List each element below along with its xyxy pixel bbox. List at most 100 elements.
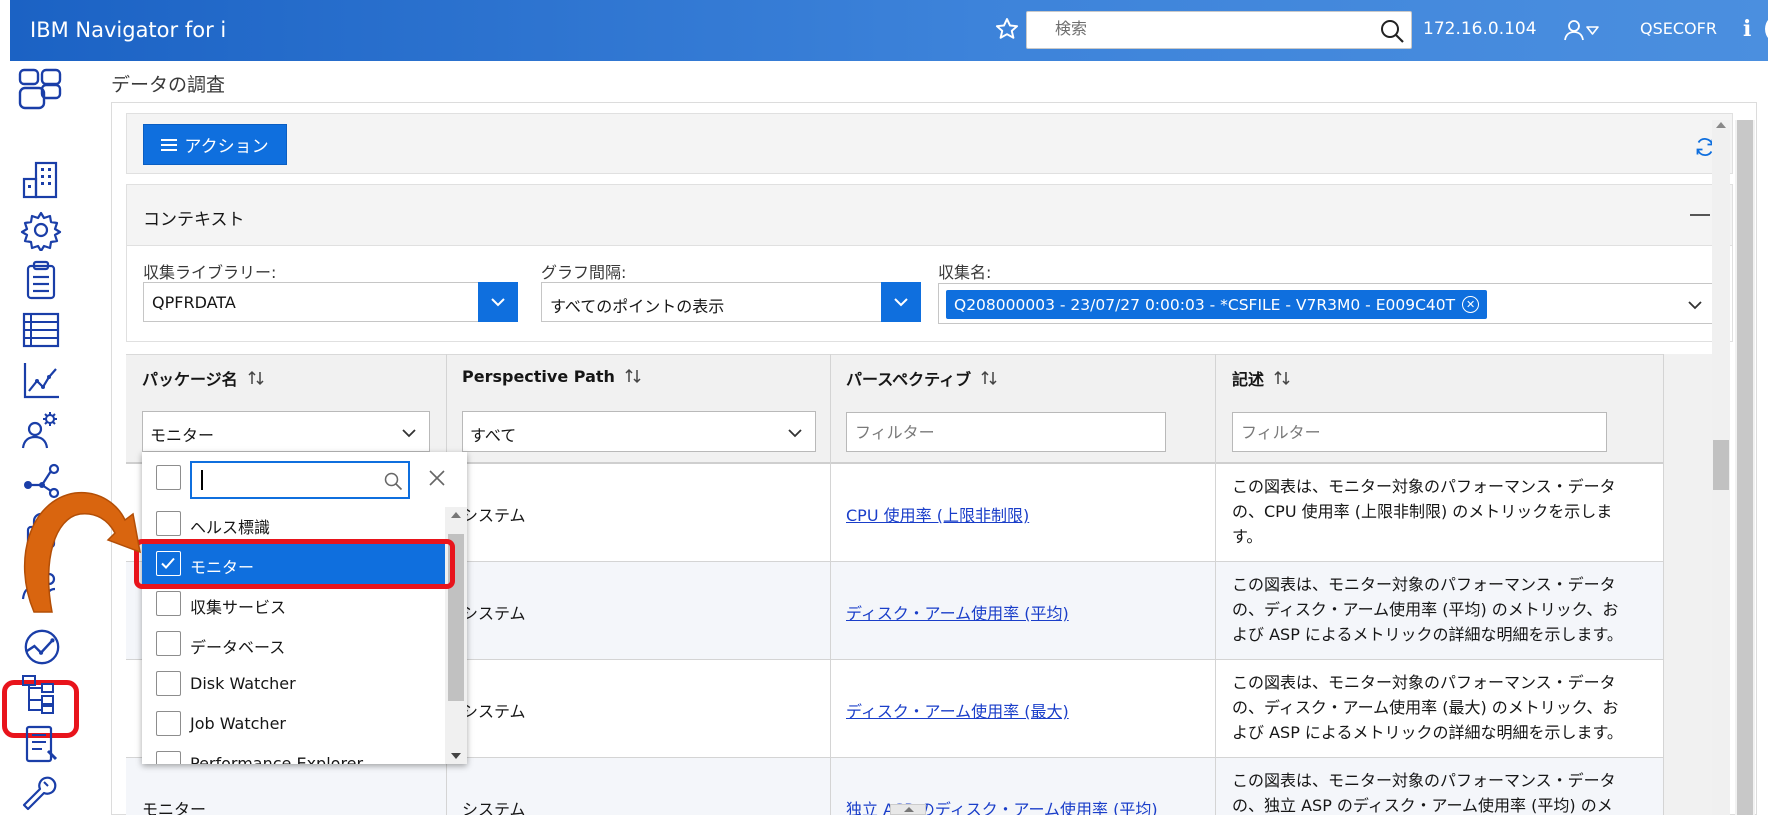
user-gear-icon[interactable] (20, 409, 62, 451)
actions-toolbar (126, 113, 1733, 174)
host-address: 172.16.0.104 (1423, 19, 1537, 39)
path-filter-select[interactable]: すべて (462, 411, 816, 452)
description-line: の、ディスク・アーム使用率 (平均) のメトリック、お (1232, 600, 1619, 619)
dropdown-option[interactable]: ヘルス標識 (142, 504, 445, 544)
scroll-up-arrow-icon[interactable] (451, 512, 461, 518)
select-all-checkbox[interactable] (156, 465, 181, 490)
description-line: よび ASP によるメトリックの詳細な明細を示します。 (1232, 723, 1623, 742)
column-header-perspective[interactable]: パースペクティブ (846, 366, 999, 390)
left-navigation (0, 61, 80, 815)
package-filter-dropdown: ヘルス標識 モニター 収集サービス データベース Disk Watcher Jo… (142, 452, 467, 764)
collection-tag-label: Q208000003 - 23/07/27 0:00:03 - *CSFILE … (954, 295, 1456, 314)
path-cell: システム (462, 506, 526, 525)
info-icon[interactable]: i (1743, 16, 1751, 42)
interval-select[interactable]: すべてのポイントの表示 (541, 282, 921, 322)
collection-multiselect[interactable]: Q208000003 - 23/07/27 0:00:03 - *CSFILE … (938, 283, 1715, 324)
sort-icon[interactable] (623, 366, 643, 386)
description-cell: この図表は、モニター対象のパフォーマンス・データ の、独立 ASP のディスク・… (1232, 768, 1627, 815)
list-table-icon[interactable] (20, 309, 62, 351)
dropdown-option[interactable]: Disk Watcher (142, 664, 445, 704)
option-checkbox[interactable] (156, 511, 181, 536)
lock-icon[interactable] (20, 509, 62, 551)
app-title: IBM Navigator for i (30, 18, 227, 42)
option-checkbox-checked[interactable] (156, 551, 181, 576)
settings-gear-icon[interactable] (20, 209, 62, 253)
package-cell: モニター (142, 800, 207, 815)
hierarchy-icon[interactable] (20, 673, 62, 715)
dashboard-icon[interactable] (17, 67, 63, 113)
table-scrollbar[interactable] (1712, 120, 1730, 815)
sort-icon[interactable] (246, 368, 266, 388)
favorite-star-icon[interactable] (994, 16, 1020, 42)
path-cell: システム (462, 702, 526, 721)
dropdown-search[interactable] (190, 461, 410, 499)
collapse-icon[interactable] (1690, 214, 1710, 216)
column-header-package[interactable]: パッケージ名 (142, 366, 266, 390)
description-line: この図表は、モニター対象のパフォーマンス・データ (1232, 771, 1616, 790)
dropdown-option[interactable]: Job Watcher (142, 704, 445, 744)
chevron-down-icon[interactable] (881, 282, 921, 322)
dropdown-option-selected[interactable]: モニター (142, 544, 445, 584)
context-panel-header[interactable] (126, 184, 1733, 246)
document-icon[interactable] (20, 723, 62, 765)
search-icon[interactable] (1379, 18, 1405, 44)
path-cell: システム (462, 604, 526, 623)
column-divider (1215, 354, 1216, 815)
line-chart-icon[interactable] (20, 359, 62, 401)
column-header-description[interactable]: 記述 (1232, 366, 1292, 390)
collection-tag[interactable]: Q208000003 - 23/07/27 0:00:03 - *CSFILE … (946, 290, 1488, 319)
description-cell: この図表は、モニター対象のパフォーマンス・データ の、ディスク・アーム使用率 (… (1232, 670, 1627, 745)
perspective-link[interactable]: ディスク・アーム使用率 (最大) (846, 698, 1069, 722)
scroll-down-arrow-icon[interactable] (451, 753, 461, 759)
option-checkbox[interactable] (156, 711, 181, 736)
page-scrollbar-thumb[interactable] (1737, 120, 1753, 815)
close-icon[interactable] (424, 465, 450, 491)
dropdown-search-input[interactable] (192, 463, 372, 497)
tag-remove-icon[interactable]: ✕ (1462, 296, 1480, 313)
dropdown-option[interactable]: データベース (142, 624, 445, 664)
network-icon[interactable] (20, 459, 62, 501)
user-menu-icon[interactable] (1563, 18, 1603, 44)
option-checkbox[interactable] (156, 591, 181, 616)
path-filter-value: すべて (470, 426, 517, 445)
search-icon[interactable] (383, 471, 403, 491)
column-header-path[interactable]: Perspective Path (462, 366, 643, 386)
perspective-filter-input[interactable] (846, 412, 1166, 452)
page-scrollbar[interactable] (1735, 120, 1755, 815)
dropdown-option[interactable]: Performance Explorer (142, 744, 445, 764)
actions-button[interactable]: アクション (143, 124, 287, 165)
users-icon[interactable] (20, 561, 62, 603)
dropdown-scrollbar[interactable] (445, 507, 467, 764)
scrollbar-thumb[interactable] (1713, 440, 1729, 490)
header-search[interactable] (1026, 11, 1412, 49)
dropdown-scrollbar-thumb[interactable] (448, 534, 464, 701)
clipboard-icon[interactable] (20, 259, 62, 301)
library-select[interactable]: QPFRDATA (143, 282, 518, 322)
chevron-down-icon[interactable] (1686, 296, 1704, 314)
column-header-label: 記述 (1232, 370, 1265, 389)
chevron-down-icon[interactable] (478, 282, 518, 322)
actions-button-label: アクション (184, 137, 269, 157)
dropdown-option[interactable]: 収集サービス (142, 584, 445, 624)
page: IBM Navigator for i 172.16.0.104 QSECOFR… (0, 0, 1768, 815)
option-label: Job Watcher (190, 714, 286, 733)
description-line: の、CPU 使用率 (上限非制限) のメトリックを示しま (1232, 502, 1613, 521)
perspective-link[interactable]: CPU 使用率 (上限非制限) (846, 502, 1029, 526)
system-building-icon[interactable] (20, 159, 62, 201)
sort-icon[interactable] (1272, 368, 1292, 388)
package-filter-value: モニター (150, 426, 215, 445)
scroll-up-tab-icon[interactable] (890, 804, 926, 815)
option-checkbox[interactable] (156, 671, 181, 696)
performance-icon[interactable] (22, 627, 62, 667)
scroll-up-arrow-icon[interactable] (1716, 122, 1726, 128)
option-checkbox[interactable] (156, 751, 181, 764)
interval-value: すべてのポイントの表示 (550, 297, 725, 316)
option-checkbox[interactable] (156, 631, 181, 656)
description-filter-input[interactable] (1232, 412, 1607, 452)
search-input[interactable] (1027, 12, 1367, 48)
sort-icon[interactable] (979, 368, 999, 388)
perspective-link[interactable]: ディスク・アーム使用率 (平均) (846, 600, 1069, 624)
column-divider (830, 354, 831, 815)
package-filter-select[interactable]: モニター (142, 411, 430, 452)
wrench-icon[interactable] (20, 773, 62, 815)
